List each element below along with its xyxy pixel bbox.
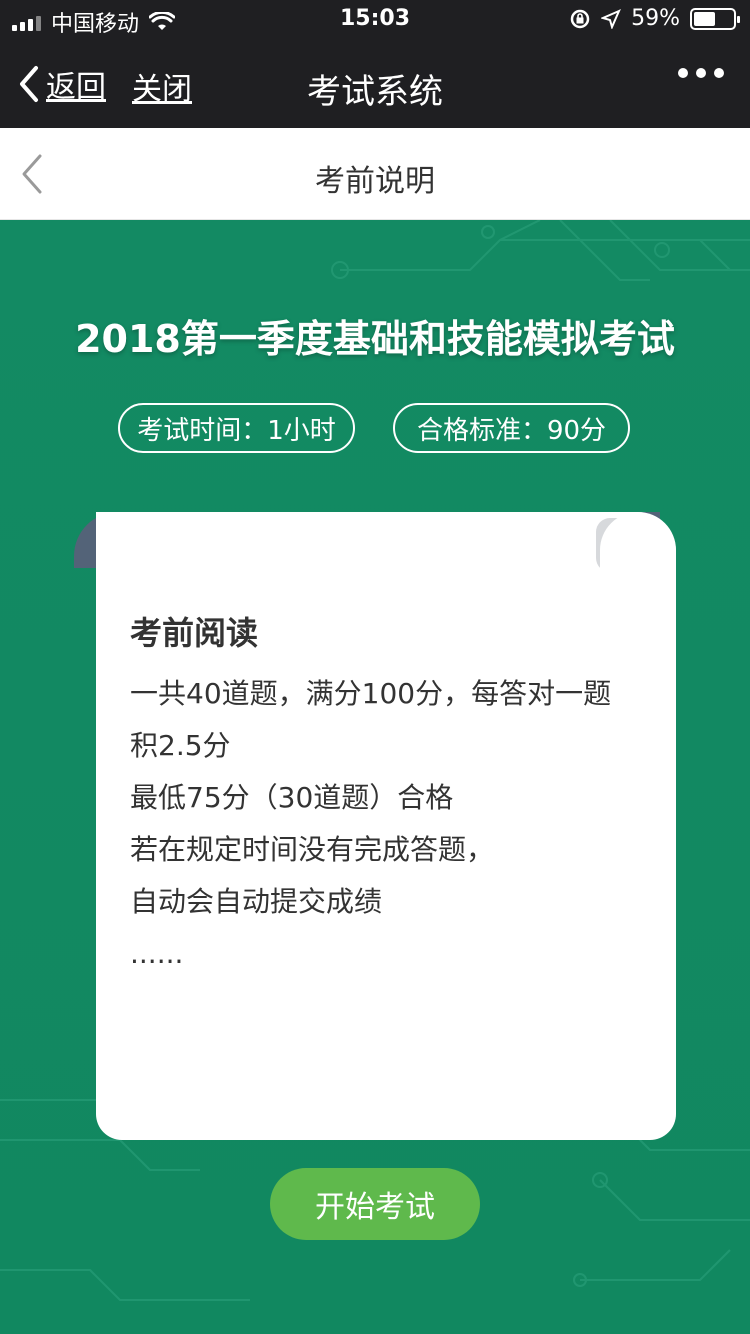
reading-line: 最低75分（30道题）合格 [130, 781, 454, 814]
reading-scroll-card: 考前阅读 一共40道题，满分100分，每答对一题 积2.5分 最低75分（30道… [74, 512, 676, 1140]
battery-percent: 59% [631, 6, 680, 31]
location-icon [601, 8, 622, 29]
reading-content: 考前阅读 一共40道题，满分100分，每答对一题 积2.5分 最低75分（30道… [130, 608, 650, 980]
reading-heading: 考前阅读 [130, 614, 259, 652]
reading-line: 自动会自动提交成绩 [130, 885, 383, 918]
exam-hero: 2018第一季度基础和技能模拟考试 考试时间：1小时 合格标准：90分 考前阅读… [0, 220, 750, 1334]
page-title: 考前说明 [315, 164, 435, 199]
status-right: 59% [569, 6, 740, 31]
pass-standard-badge: 合格标准：90分 [393, 403, 630, 453]
nav-title: 考试系统 [307, 72, 443, 112]
orientation-lock-icon [570, 9, 590, 28]
status-bar: 中国移动 15:03 59% [0, 0, 750, 40]
card-top-fill [96, 560, 676, 580]
exam-title: 2018第一季度基础和技能模拟考试 [75, 317, 675, 361]
reading-line: 积2.5分 [130, 729, 231, 762]
more-dot-icon [696, 68, 706, 78]
more-dot-icon [678, 68, 688, 78]
more-button[interactable] [678, 68, 724, 78]
reading-line: ...... [130, 937, 184, 970]
reading-line: 一共40道题，满分100分，每答对一题 [130, 677, 612, 710]
battery-fill [694, 11, 715, 26]
page-curl-decoration [600, 512, 676, 576]
reading-line: 若在规定时间没有完成答题， [130, 833, 495, 866]
page-header: 考前说明 [0, 128, 750, 220]
exam-duration-badge: 考试时间：1小时 [118, 403, 355, 453]
more-dot-icon [714, 68, 724, 78]
start-exam-button[interactable]: 开始考试 [270, 1168, 480, 1240]
battery-icon [690, 7, 740, 30]
nav-bar: 返回 关闭 考试系统 [0, 40, 750, 128]
